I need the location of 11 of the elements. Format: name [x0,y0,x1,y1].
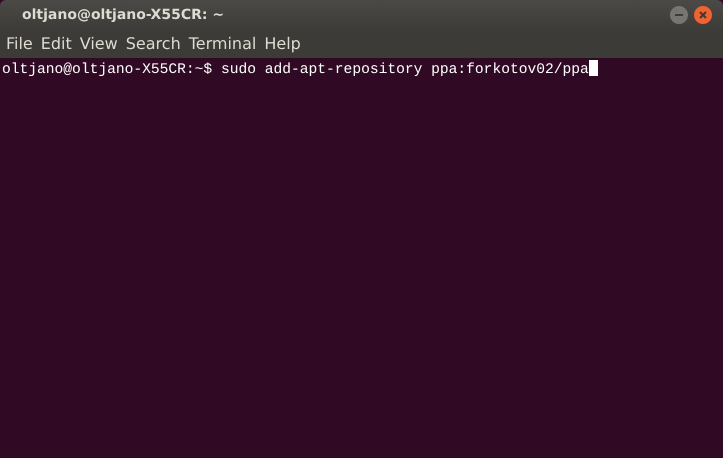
shell-prompt: oltjano@oltjano-X55CR:~$ [2,62,212,78]
window-title: oltjano@oltjano-X55CR: ~ [22,6,224,24]
menu-item[interactable]: Search [122,32,185,56]
command-text: sudo add-apt-repository ppa:forkotov02/ppa [220,62,589,78]
menu-item[interactable]: Help [260,32,305,56]
menu-item[interactable]: Terminal [184,32,260,56]
close-icon[interactable] [693,5,713,25]
minimize-icon[interactable] [669,5,689,25]
menu-item[interactable]: Edit [36,32,76,56]
menu-item[interactable]: View [76,32,122,56]
menu-item[interactable]: File [2,32,37,56]
